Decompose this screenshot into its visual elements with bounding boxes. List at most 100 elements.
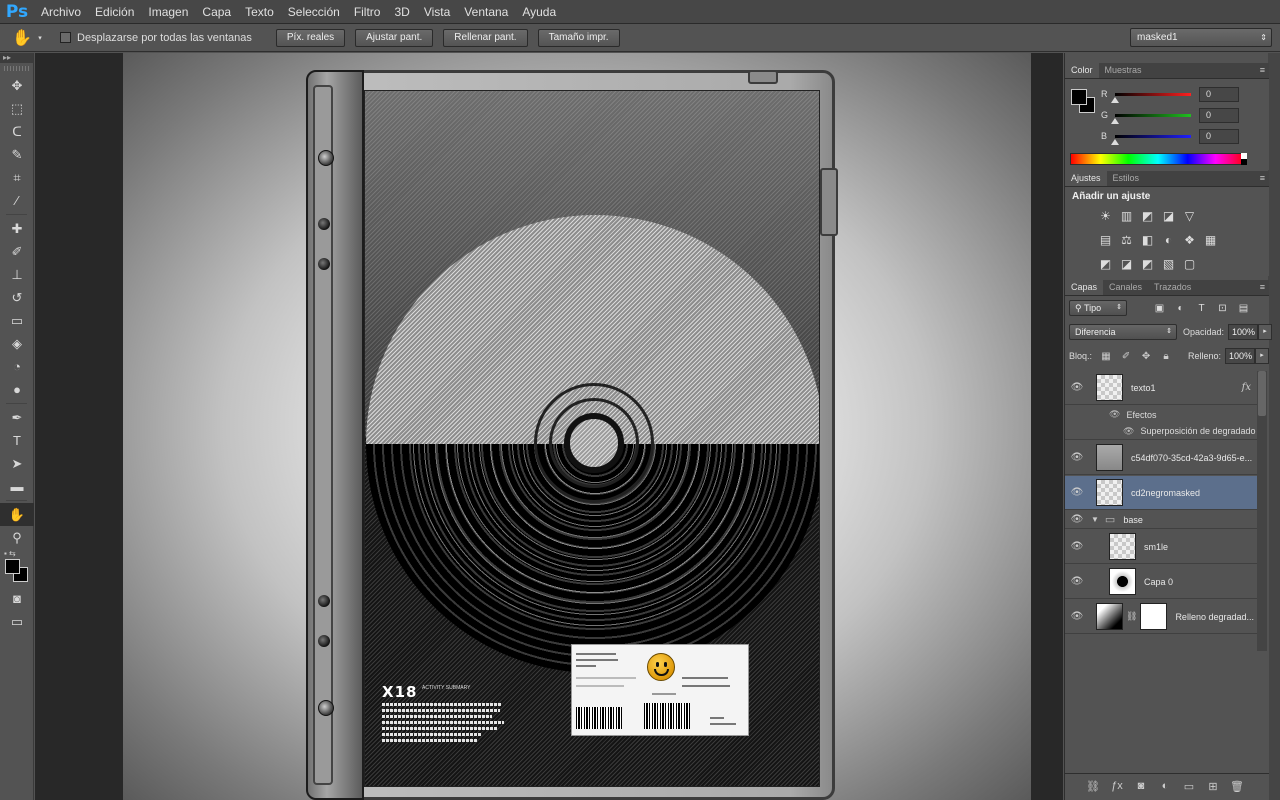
menu-capa[interactable]: Capa	[195, 0, 238, 24]
layer-row[interactable]: 👁︎ c54df070-35cd-42a3-9d65-e...	[1065, 441, 1257, 475]
color-lookup-icon[interactable]: ▦	[1200, 232, 1221, 248]
slider-thumb[interactable]	[1111, 117, 1119, 124]
eye-icon[interactable]: 👁︎	[1109, 409, 1120, 420]
invert-icon[interactable]: ◩	[1095, 256, 1116, 272]
menu-filtro[interactable]: Filtro	[347, 0, 388, 24]
tab-layers[interactable]: Capas	[1065, 279, 1104, 295]
link-icon[interactable]: ⛓	[1126, 611, 1137, 622]
group-expand-icon[interactable]: ▼	[1091, 515, 1099, 524]
menu-vista[interactable]: Vista	[417, 0, 457, 24]
layer-row[interactable]: 👁︎ texto1 fx	[1065, 371, 1257, 405]
fx-icon[interactable]: ƒx	[1105, 780, 1129, 792]
slider-b-track[interactable]	[1111, 134, 1191, 145]
paint-bucket-tool-icon[interactable]: ◈	[0, 332, 34, 355]
zoom-tool-icon[interactable]: ⚲	[0, 526, 34, 549]
blend-mode-select[interactable]: Diferencia ⇕	[1069, 324, 1177, 340]
fill-dropdown-icon[interactable]: ▸	[1255, 348, 1270, 364]
tab-adjustments[interactable]: Ajustes	[1065, 170, 1107, 186]
effects-row[interactable]: 👁︎ Efectos	[1065, 406, 1257, 423]
hue-saturation-icon[interactable]: ▤	[1095, 232, 1116, 248]
menu-imagen[interactable]: Imagen	[141, 0, 195, 24]
new-layer-icon[interactable]: ⊞	[1201, 780, 1225, 793]
type-tool-icon[interactable]: T	[0, 429, 34, 452]
selective-color-icon[interactable]: ▢	[1179, 256, 1200, 272]
trash-icon[interactable]: 🗑︎	[1225, 780, 1249, 793]
dodge-tool-icon[interactable]: ●	[0, 378, 34, 401]
slider-g-track[interactable]	[1111, 113, 1191, 124]
eraser-tool-icon[interactable]: ▭	[0, 309, 34, 332]
history-brush-tool-icon[interactable]: ↺	[0, 286, 34, 309]
panel-menu-icon[interactable]: ≡	[1260, 65, 1265, 75]
eye-icon[interactable]: 👁︎	[1065, 514, 1089, 525]
brightness-icon[interactable]: ☀	[1095, 208, 1116, 224]
brush-tool-icon[interactable]: ✐	[0, 240, 34, 263]
eye-icon[interactable]: 👁︎	[1065, 487, 1089, 498]
hand-tool-icon[interactable]: ✋	[0, 503, 34, 526]
print-size-button[interactable]: Tamaño impr.	[537, 28, 620, 47]
tab-styles[interactable]: Estilos	[1107, 170, 1146, 186]
panel-menu-icon[interactable]: ≡	[1260, 282, 1265, 292]
rectangle-tool-icon[interactable]: ▬	[0, 475, 34, 498]
bw-ramp[interactable]	[1241, 153, 1247, 165]
panel-menu-icon[interactable]: ≡	[1260, 173, 1265, 183]
new-adjustment-icon[interactable]: ◐	[1153, 780, 1177, 792]
lock-pixels-icon[interactable]: ✐	[1116, 351, 1136, 362]
tab-paths[interactable]: Trazados	[1148, 279, 1197, 295]
menu-3d[interactable]: 3D	[387, 0, 416, 24]
slider-g-value[interactable]: 0	[1199, 107, 1239, 123]
default-colors-icon[interactable]: ▪ ⇆	[4, 549, 16, 558]
slider-r-track[interactable]	[1111, 92, 1191, 103]
crop-tool-icon[interactable]: ⌗	[0, 166, 34, 189]
quick-mask-icon[interactable]: ◙	[0, 587, 34, 610]
workspace-select[interactable]: masked1 ⇕	[1130, 28, 1272, 47]
dock-strip[interactable]	[1268, 53, 1280, 800]
tab-swatches[interactable]: Muestras	[1099, 62, 1148, 78]
tool-preset-picker[interactable]: ✋ ▾	[0, 28, 54, 48]
eye-icon[interactable]: 👁︎	[1065, 541, 1089, 552]
toolbar-grip[interactable]	[4, 66, 29, 71]
photo-filter-icon[interactable]: ◐	[1158, 232, 1179, 248]
channel-mixer-icon[interactable]: ❖	[1179, 232, 1200, 248]
add-mask-icon[interactable]: ◙	[1129, 780, 1153, 792]
actual-pixels-button[interactable]: Píx. reales	[275, 28, 346, 47]
layers-scrollbar[interactable]	[1257, 371, 1267, 651]
photoshop-logo[interactable]: Ps	[0, 0, 34, 24]
pen-tool-icon[interactable]: ✒	[0, 406, 34, 429]
slider-r-value[interactable]: 0	[1199, 86, 1239, 102]
eye-icon[interactable]: 👁︎	[1065, 611, 1089, 622]
blur-tool-icon[interactable]: ◔	[0, 355, 34, 378]
fx-icon[interactable]: fx	[1242, 382, 1251, 393]
layer-group-row[interactable]: 👁︎ ▼ ▭ base	[1065, 511, 1257, 529]
fill-screen-button[interactable]: Rellenar pant.	[443, 28, 528, 47]
fit-screen-button[interactable]: Ajustar pant.	[355, 28, 434, 47]
lock-position-icon[interactable]: ✥	[1136, 351, 1156, 362]
scrollbar-thumb[interactable]	[1258, 371, 1266, 416]
threshold-icon[interactable]: ◩	[1137, 256, 1158, 272]
eye-icon[interactable]: 👁︎	[1123, 426, 1134, 437]
link-layers-icon[interactable]: ⛓	[1081, 780, 1105, 793]
filter-pixel-icon[interactable]: ▣	[1149, 303, 1170, 314]
gradient-map-icon[interactable]: ▧	[1158, 256, 1179, 272]
vibrance-icon[interactable]: ▽	[1179, 208, 1200, 224]
scroll-all-windows-checkbox[interactable]: Desplazarse por todas las ventanas	[60, 32, 252, 44]
layer-row[interactable]: 👁︎ sm1le	[1065, 530, 1257, 564]
tab-channels[interactable]: Canales	[1103, 279, 1148, 295]
eye-icon[interactable]: 👁︎	[1065, 382, 1089, 393]
opacity-dropdown-icon[interactable]: ▸	[1258, 324, 1273, 340]
filter-shape-icon[interactable]: ⊡	[1212, 303, 1233, 314]
menu-archivo[interactable]: Archivo	[34, 0, 88, 24]
slider-b-value[interactable]: 0	[1199, 128, 1239, 144]
lock-transparency-icon[interactable]: ▦	[1096, 351, 1116, 362]
toolbar-collapse[interactable]: ▸▸	[0, 53, 33, 63]
foreground-color-swatch[interactable]	[5, 559, 20, 574]
lock-all-icon[interactable]: 🔒︎	[1156, 351, 1176, 362]
eye-icon[interactable]: 👁︎	[1065, 452, 1089, 463]
menu-edicion[interactable]: Edición	[88, 0, 141, 24]
clone-stamp-tool-icon[interactable]: ⊥	[0, 263, 34, 286]
black-white-icon[interactable]: ◧	[1137, 232, 1158, 248]
quick-select-tool-icon[interactable]: ✎	[0, 143, 34, 166]
menu-texto[interactable]: Texto	[238, 0, 281, 24]
effect-row[interactable]: 👁︎ Superposición de degradado	[1065, 423, 1257, 440]
menu-seleccion[interactable]: Selección	[281, 0, 347, 24]
filter-smart-object-icon[interactable]: ▤	[1233, 303, 1254, 314]
